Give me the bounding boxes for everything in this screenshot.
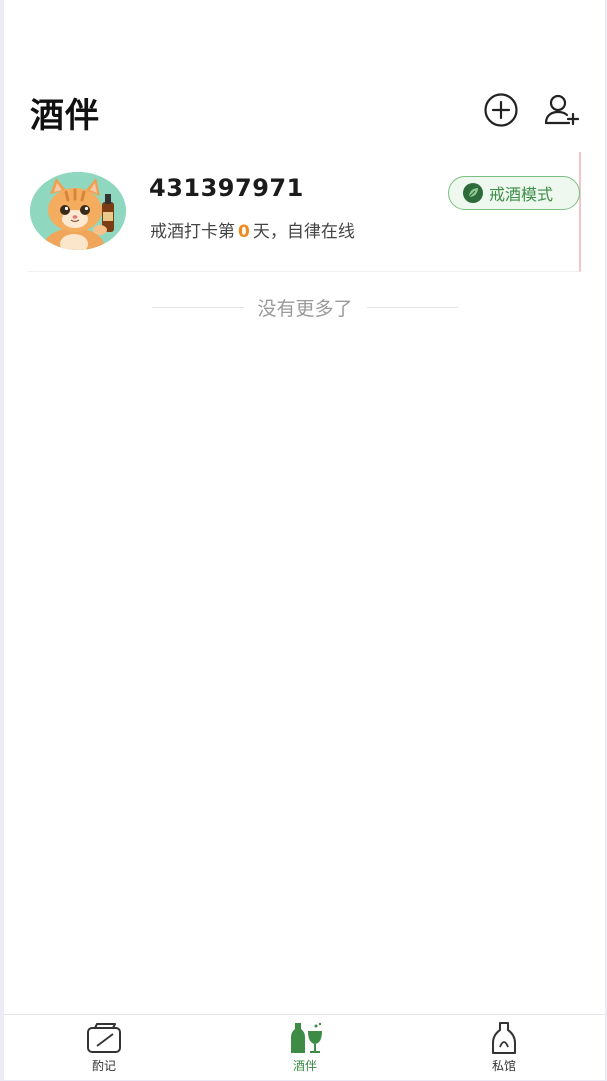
mode-badge-label: 戒酒模式 <box>489 185 554 204</box>
status-prefix: 戒酒打卡第 <box>150 222 235 242</box>
bottom-tab-bar: 酌记 酒伴 私馆 <box>4 1014 605 1080</box>
add-user-icon <box>544 94 580 126</box>
journal-icon <box>87 1023 121 1053</box>
page-title: 酒伴 <box>30 96 100 136</box>
leaf-icon <box>463 183 483 203</box>
plus-circle-icon <box>484 93 518 127</box>
screen: 酒伴 431397971 戒酒打卡第 0 天，自律在线 戒酒模式 没有更多了 酌… <box>4 0 605 1080</box>
header: 酒伴 <box>4 80 605 140</box>
bottle-icon <box>492 1022 516 1054</box>
friend-username: 431397971 <box>149 174 304 202</box>
status-suffix: 天，自律在线 <box>252 222 355 242</box>
tab-label: 酒伴 <box>292 1059 317 1073</box>
list-end-text: 没有更多了 <box>257 297 353 320</box>
drinks-icon <box>291 1022 322 1053</box>
cat-avatar-icon <box>30 172 126 250</box>
quit-drinking-mode-badge[interactable]: 戒酒模式 <box>448 176 580 210</box>
add-friend-button[interactable] <box>542 90 582 130</box>
divider <box>152 306 244 308</box>
add-button[interactable] <box>481 90 521 130</box>
tab-private-cellar[interactable]: 私馆 <box>444 1015 564 1081</box>
divider <box>366 306 459 308</box>
list-end-indicator: 没有更多了 <box>152 292 459 322</box>
tab-drinking-buddies[interactable]: 酒伴 <box>245 1015 365 1081</box>
tab-label: 酌记 <box>91 1059 116 1073</box>
checkin-days: 0 <box>238 222 250 242</box>
friend-list-item[interactable]: 431397971 戒酒打卡第 0 天，自律在线 戒酒模式 <box>28 152 581 272</box>
avatar[interactable] <box>30 172 126 250</box>
checkin-status: 戒酒打卡第 0 天，自律在线 <box>150 217 355 242</box>
tab-journal[interactable]: 酌记 <box>44 1015 164 1081</box>
tab-label: 私馆 <box>491 1059 516 1073</box>
